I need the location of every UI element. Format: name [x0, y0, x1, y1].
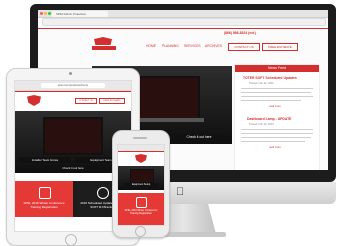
contact-us-button[interactable]: CONTACT US: [228, 43, 260, 51]
nav-services[interactable]: SERVICES: [184, 44, 201, 49]
minimize-window-icon[interactable]: [44, 12, 47, 15]
tablet-accent-line: [15, 91, 131, 92]
tablet-site-logo[interactable]: [27, 95, 41, 106]
news-title[interactable]: Dashboard Lamp - UPDATE: [247, 117, 291, 121]
nav-home[interactable]: HOME: [146, 44, 156, 49]
browser-tab-label: SPEI Fabric Protection: [56, 12, 87, 16]
maximize-window-icon[interactable]: [48, 12, 51, 15]
phone-tile-red-text: SPEI, 2016 Winter Conference Training Re…: [124, 209, 158, 215]
tablet-camera: [69, 72, 72, 75]
tablet-hero-caption-left: Installer Team Grows: [19, 157, 71, 163]
phone-feature-tile-red[interactable]: SPEI, 2016 Winter Conference Training Re…: [118, 193, 164, 225]
update-icon: [97, 187, 109, 199]
news-sidebar: News Feed TOTER SOFT Scheduled Updates P…: [234, 64, 320, 170]
free-estimate-button[interactable]: FREE ESTIMATE: [262, 43, 298, 51]
phone-hero-laptop-image: [130, 169, 154, 183]
news-text-line: [241, 137, 311, 138]
header-phone[interactable]: (866) 866-8324 (ext.): [224, 31, 256, 35]
tablet-address-bar[interactable]: spei.com/products/home: [41, 83, 105, 88]
read-more-link[interactable]: read more: [269, 146, 281, 149]
tablet-home-button[interactable]: [65, 234, 77, 246]
tablet-contact-button[interactable]: CONTACT US: [75, 98, 97, 104]
news-date: Posted: Feb 22, 2016: [249, 82, 274, 85]
close-window-icon[interactable]: [40, 12, 43, 15]
nav-archives[interactable]: ARCHIVES: [205, 44, 222, 49]
tablet-tile-red-text: SPEI, 2016 Winter Conference Training Re…: [23, 201, 65, 209]
phone-accent-line: [118, 151, 164, 152]
phone-training-icon: [136, 197, 147, 208]
news-text-line: [241, 133, 313, 134]
news-date: Posted: Feb 22, 2016: [249, 123, 274, 126]
news-text-line: [241, 92, 311, 93]
header-accent-line: [38, 28, 328, 29]
phone-home-button[interactable]: [135, 226, 146, 237]
news-text-line: [241, 88, 313, 89]
news-text-line: [241, 96, 313, 97]
address-bar[interactable]: [42, 18, 326, 26]
apple-logo-icon: : [176, 186, 184, 198]
tablet-feature-tile-red[interactable]: SPEI, 2016 Winter Conference Training Re…: [15, 181, 73, 217]
news-text-line: [241, 141, 305, 142]
phone-hero-caption: Equipment Setup: [124, 183, 158, 187]
phone-speaker: [133, 137, 147, 139]
browser-toolbar: SPEI Fabric Protection: [38, 10, 328, 18]
news-text-line: [241, 129, 313, 130]
sidebar-heading: News Feed: [235, 65, 319, 72]
tablet-hero-laptop-image: [43, 117, 103, 155]
news-text-line: [241, 100, 301, 101]
phone-site-logo[interactable]: [135, 154, 147, 163]
training-icon: [39, 187, 51, 199]
site-logo-banner: [91, 45, 117, 51]
phone-browser: Equipment Setup SPEI, 2016 Winter Confer…: [117, 144, 165, 226]
hero-caption-right[interactable]: Check it out here: [174, 134, 224, 140]
phone-hero-slider[interactable]: Equipment Setup: [118, 166, 164, 190]
tablet-hero-caption-extra[interactable]: Check it out here: [45, 165, 101, 171]
nav-planning[interactable]: PLANNING: [162, 44, 179, 49]
tablet-estimate-button[interactable]: FREE ESTIMATE: [99, 98, 125, 104]
news-title[interactable]: TOTER SOFT Scheduled Updates: [243, 76, 297, 80]
read-more-link[interactable]: read more: [269, 105, 281, 108]
